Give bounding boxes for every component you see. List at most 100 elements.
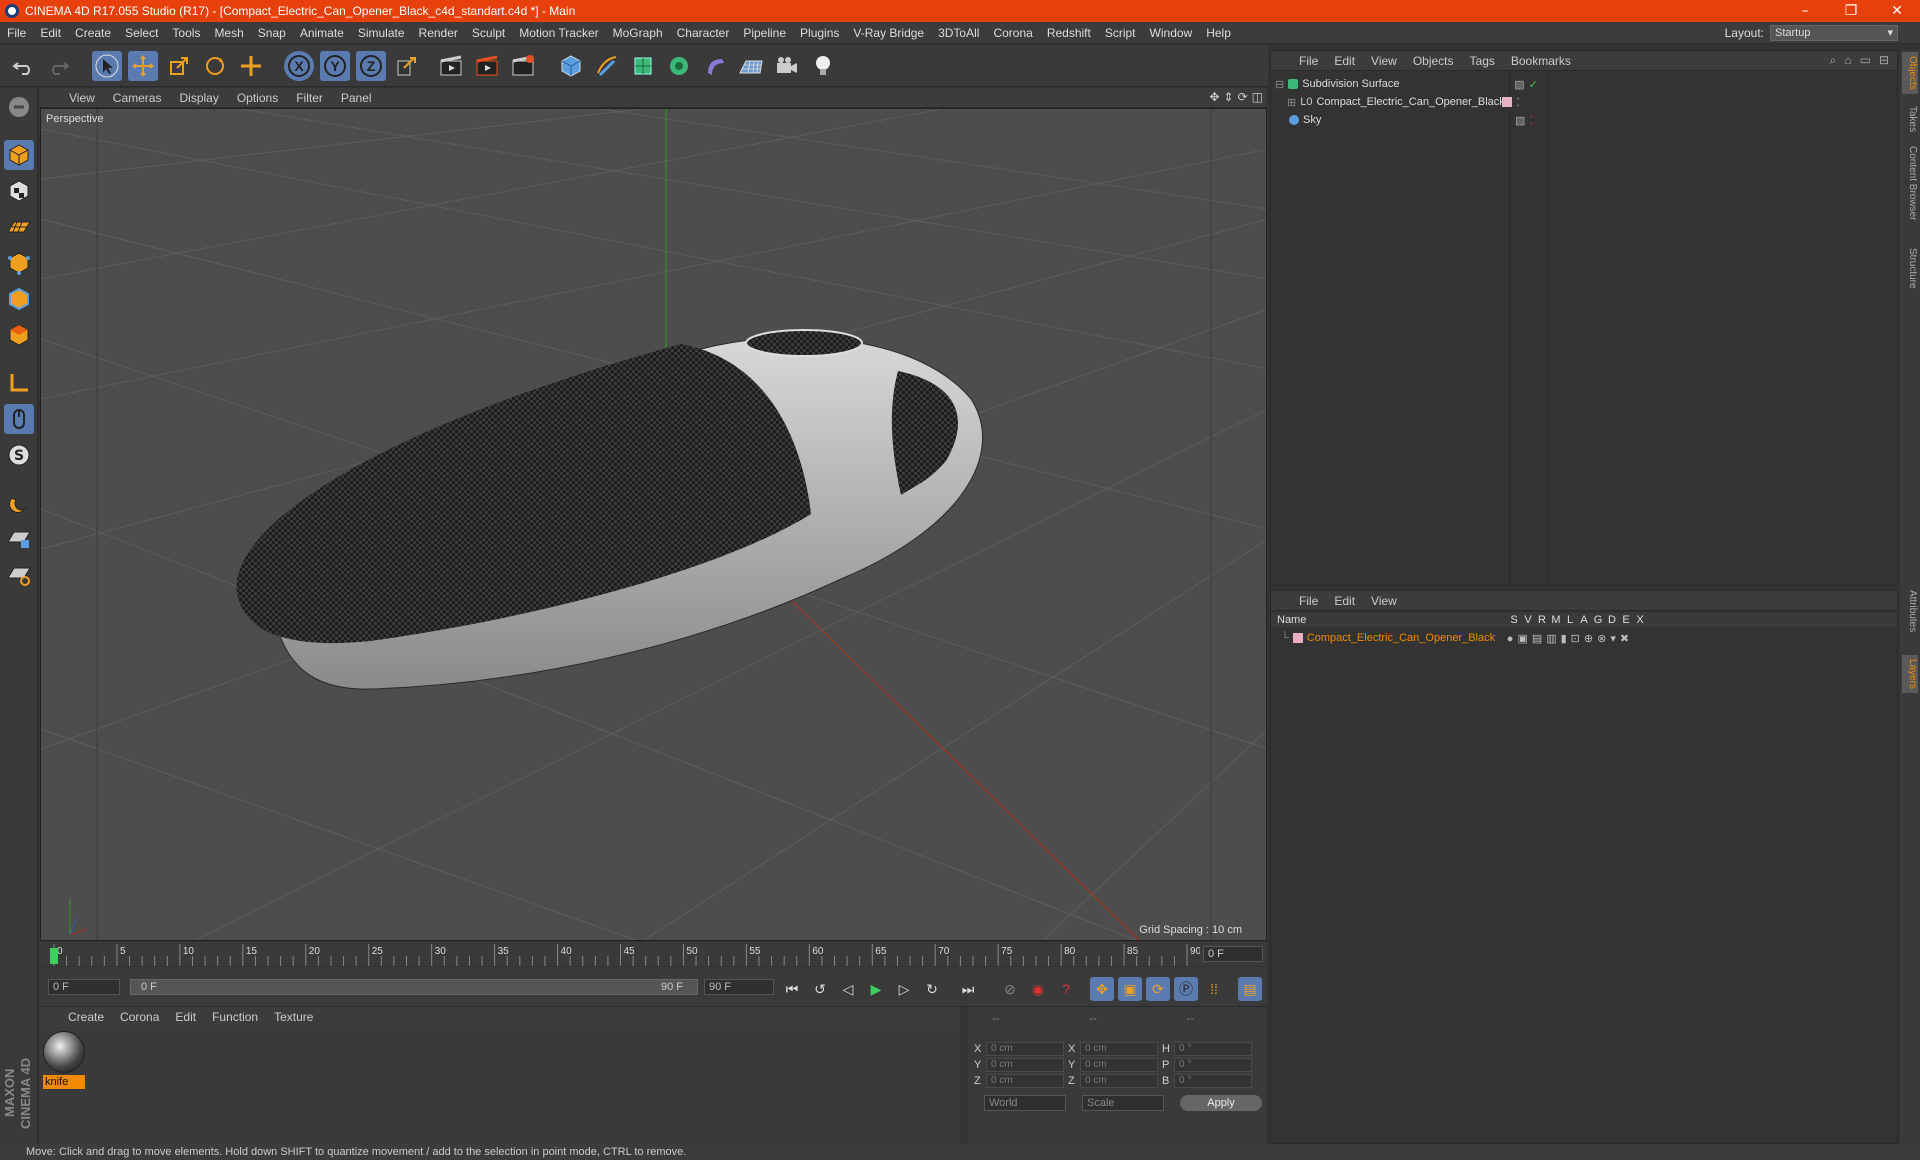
frame-range-slider[interactable]: 0 F 90 F bbox=[130, 979, 698, 995]
enabled-check-icon[interactable]: ✓ bbox=[1529, 78, 1538, 91]
menu-item-create[interactable]: Create bbox=[68, 26, 118, 40]
edges-mode-button[interactable] bbox=[4, 284, 34, 314]
record-motion-button[interactable]: ⊘ bbox=[998, 977, 1022, 1001]
floor-button[interactable] bbox=[736, 51, 766, 81]
material-menu-function[interactable]: Function bbox=[204, 1010, 266, 1024]
layer-name[interactable]: Compact_Electric_Can_Opener_Black bbox=[1307, 632, 1503, 644]
menu-item-tools[interactable]: Tools bbox=[165, 26, 207, 40]
new-view-icon[interactable]: ▭ bbox=[1860, 53, 1871, 68]
layer-column-name[interactable]: Name bbox=[1271, 614, 1507, 626]
menu-item-snap[interactable]: Snap bbox=[251, 26, 293, 40]
menu-item-help[interactable]: Help bbox=[1199, 26, 1238, 40]
menu-item-pipeline[interactable]: Pipeline bbox=[736, 26, 793, 40]
layer-column-s[interactable]: S bbox=[1507, 614, 1521, 626]
material-menu-texture[interactable]: Texture bbox=[266, 1010, 321, 1024]
side-tab-structure[interactable]: Structure bbox=[1902, 244, 1918, 293]
x-axis-lock-button[interactable]: X bbox=[284, 51, 314, 81]
object-row-sky[interactable]: Sky ▨ ⁚ bbox=[1275, 111, 1533, 129]
material-menu-corona[interactable]: Corona bbox=[112, 1010, 167, 1024]
side-tab-content-browser[interactable]: Content Browser bbox=[1902, 142, 1918, 224]
menu-item-render[interactable]: Render bbox=[412, 26, 465, 40]
cube-object-button[interactable] bbox=[556, 51, 586, 81]
coord-value-field[interactable]: 0 cm bbox=[1080, 1042, 1158, 1056]
object-menu-tags[interactable]: Tags bbox=[1462, 54, 1503, 68]
layer-column-a[interactable]: A bbox=[1577, 614, 1591, 626]
render-view-button[interactable] bbox=[436, 51, 466, 81]
side-tab-objects[interactable]: Objects bbox=[1902, 52, 1918, 94]
layer-column-d[interactable]: D bbox=[1605, 614, 1619, 626]
menu-item-select[interactable]: Select bbox=[118, 26, 165, 40]
timeline-ruler[interactable]: 0 5 10 15 20 25 30 35 40 45 50 55 60 65 70 75 80 85 90 0 F bbox=[40, 942, 1267, 966]
light-button[interactable] bbox=[808, 51, 838, 81]
move-tool-button[interactable] bbox=[128, 51, 158, 81]
workplane-mode-button[interactable] bbox=[4, 212, 34, 242]
coord-value-field[interactable]: 0 cm bbox=[1080, 1058, 1158, 1072]
can-opener-model[interactable] bbox=[236, 329, 983, 690]
magnet-tool-button[interactable] bbox=[4, 488, 34, 518]
layer-column-x[interactable]: X bbox=[1633, 614, 1647, 626]
menu-item-corona[interactable]: Corona bbox=[986, 26, 1039, 40]
redo-button[interactable] bbox=[44, 51, 74, 81]
key-pla-button[interactable]: ⁞⁞ bbox=[1202, 977, 1226, 1001]
menu-item-script[interactable]: Script bbox=[1098, 26, 1143, 40]
object-menu-file[interactable]: File bbox=[1291, 54, 1326, 68]
key-scale-button[interactable]: ▣ bbox=[1118, 977, 1142, 1001]
menu-item-edit[interactable]: Edit bbox=[33, 26, 68, 40]
y-axis-lock-button[interactable]: Y bbox=[320, 51, 350, 81]
points-mode-button[interactable] bbox=[4, 248, 34, 278]
coord-value-field[interactable]: 0 ° bbox=[1174, 1074, 1252, 1088]
lock-workplane-button[interactable] bbox=[4, 524, 34, 554]
menu-item-window[interactable]: Window bbox=[1143, 26, 1200, 40]
scale-tool-button[interactable] bbox=[164, 51, 194, 81]
layer-column-v[interactable]: V bbox=[1521, 614, 1535, 626]
playhead[interactable] bbox=[50, 948, 58, 964]
menu-item-redshift[interactable]: Redshift bbox=[1040, 26, 1098, 40]
viewport-menu-filter[interactable]: Filter bbox=[287, 91, 332, 105]
live-selection-button[interactable] bbox=[92, 51, 122, 81]
coord-size-mode-dropdown[interactable]: Scale bbox=[1082, 1095, 1164, 1111]
menu-item-motion-tracker[interactable]: Motion Tracker bbox=[512, 26, 605, 40]
next-frame-button[interactable]: ▷ bbox=[892, 977, 916, 1001]
layer-menu-edit[interactable]: Edit bbox=[1326, 594, 1363, 608]
pan-icon[interactable]: ✥ bbox=[1209, 90, 1219, 104]
layer-column-e[interactable]: E bbox=[1619, 614, 1633, 626]
viewport-menu-options[interactable]: Options bbox=[228, 91, 287, 105]
enable-axis-button[interactable] bbox=[4, 368, 34, 398]
side-tab-layers[interactable]: Layers bbox=[1902, 655, 1918, 694]
layer-column-g[interactable]: G bbox=[1591, 614, 1605, 626]
key-parameter-button[interactable]: Ⓟ bbox=[1174, 977, 1198, 1001]
edit-render-settings-button[interactable] bbox=[508, 51, 538, 81]
record-active-objects-button[interactable]: ◉ bbox=[1026, 977, 1050, 1001]
coord-value-field[interactable]: 0 cm bbox=[986, 1042, 1064, 1056]
camera-button[interactable] bbox=[772, 51, 802, 81]
coord-value-field[interactable]: 0 cm bbox=[1080, 1074, 1158, 1088]
timeline-window-button[interactable]: ▤ bbox=[1238, 977, 1262, 1001]
apply-button[interactable]: Apply bbox=[1180, 1095, 1262, 1111]
autokeying-button[interactable]: ? bbox=[1054, 977, 1078, 1001]
rotate-tool-button[interactable] bbox=[200, 51, 230, 81]
object-row-subdivision[interactable]: ⊟ Subdivision Surface ▨ ✓ bbox=[1275, 75, 1538, 93]
start-frame-field[interactable]: 0 F bbox=[48, 979, 120, 995]
planar-workplane-button[interactable] bbox=[4, 560, 34, 590]
polygons-mode-button[interactable] bbox=[4, 320, 34, 350]
undo-button[interactable] bbox=[8, 51, 38, 81]
menu-item-v-ray-bridge[interactable]: V-Ray Bridge bbox=[846, 26, 931, 40]
perspective-viewport[interactable]: Perspective Grid Spacing : 10 cm bbox=[40, 108, 1267, 941]
coord-value-field[interactable]: 0 cm bbox=[986, 1074, 1064, 1088]
layer-color-swatch[interactable] bbox=[1292, 633, 1303, 643]
menu-item-3dtoall[interactable]: 3DToAll bbox=[931, 26, 986, 40]
make-editable-button[interactable] bbox=[4, 92, 34, 122]
z-axis-lock-button[interactable]: Z bbox=[356, 51, 386, 81]
material-menu-create[interactable]: Create bbox=[60, 1010, 112, 1024]
visibility-dots-icon[interactable]: ⁚ bbox=[1516, 96, 1520, 109]
menu-item-mesh[interactable]: Mesh bbox=[207, 26, 250, 40]
maximize-view-icon[interactable]: ◫ bbox=[1252, 90, 1263, 104]
spline-pen-button[interactable] bbox=[592, 51, 622, 81]
tweak-mode-button[interactable] bbox=[4, 404, 34, 434]
zoom-icon[interactable]: ⇕ bbox=[1224, 90, 1234, 104]
model-mode-button[interactable] bbox=[4, 140, 34, 170]
menu-item-simulate[interactable]: Simulate bbox=[351, 26, 412, 40]
layer-menu-file[interactable]: File bbox=[1291, 594, 1326, 608]
search-icon[interactable]: ⌕ bbox=[1830, 53, 1837, 68]
go-to-start-button[interactable]: ⏮ bbox=[780, 977, 804, 1001]
